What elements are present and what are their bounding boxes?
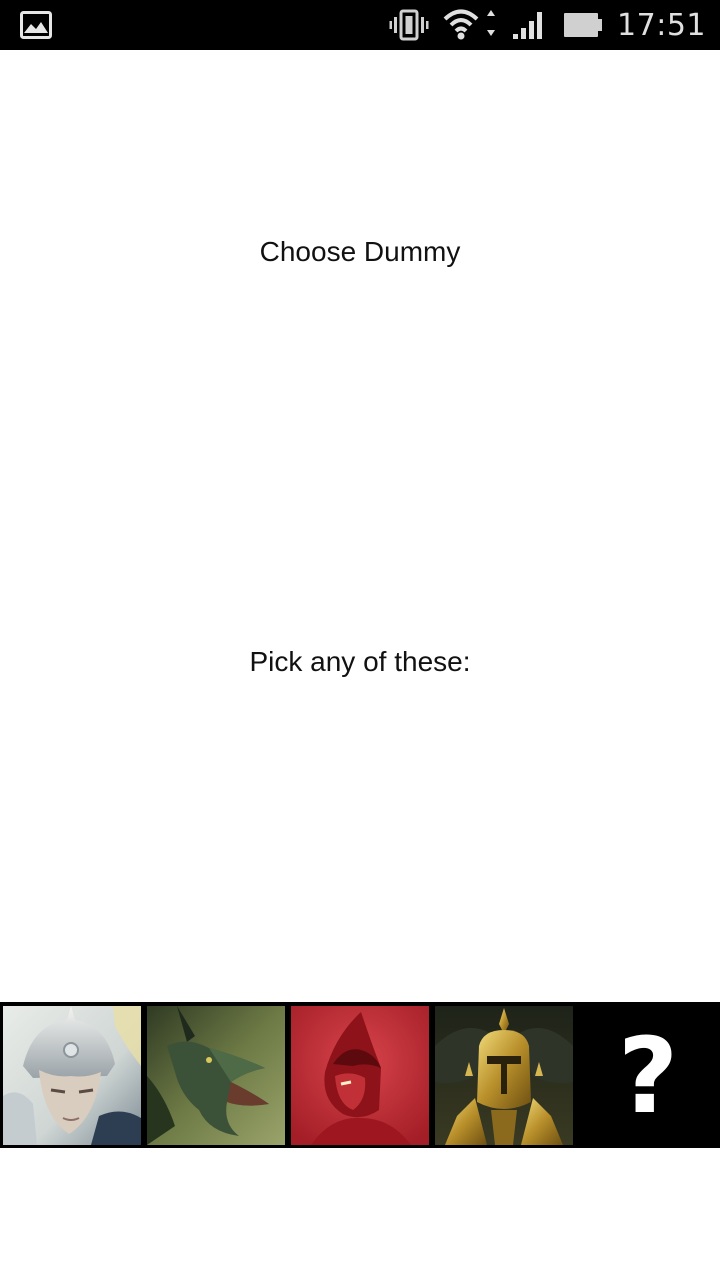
page-title: Choose Dummy	[259, 236, 461, 267]
golden-knight-portrait	[435, 1006, 573, 1145]
silver-elf-warrior-portrait	[3, 1006, 141, 1145]
dummy-option-red-demon[interactable]	[291, 1006, 429, 1145]
question-mark-icon: ?	[617, 1014, 679, 1137]
dummy-picker: ?	[0, 1002, 720, 1148]
dummy-option-random[interactable]: ?	[578, 1006, 718, 1145]
green-dragon-portrait	[147, 1006, 285, 1145]
clock: 17:51	[617, 7, 706, 43]
image-icon	[20, 11, 52, 39]
signal-icon	[513, 12, 543, 39]
status-icons: 17:51	[389, 0, 706, 50]
vibrate-icon	[389, 9, 429, 41]
status-bar: 17:51	[0, 0, 720, 50]
battery-icon	[564, 13, 603, 37]
red-demon-portrait	[291, 1006, 429, 1145]
dummy-option-green-dragon[interactable]	[147, 1006, 285, 1145]
wifi-icon	[443, 9, 496, 40]
instruction-text: Pick any of these:	[249, 646, 471, 677]
dummy-option-golden-knight[interactable]	[435, 1006, 573, 1145]
dummy-option-silver-elf[interactable]	[3, 1006, 141, 1145]
